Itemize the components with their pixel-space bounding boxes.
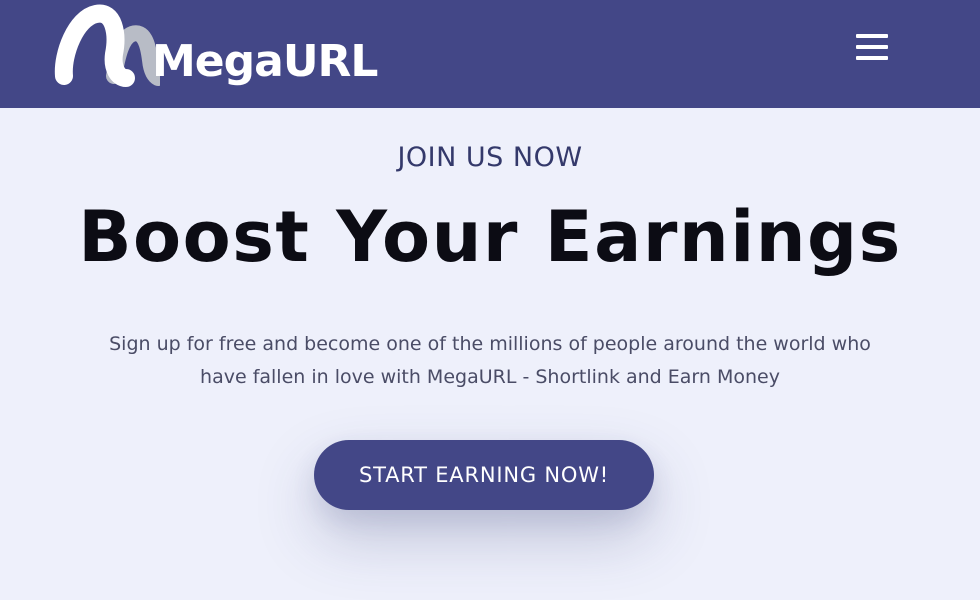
menu-bar-middle (856, 45, 888, 49)
brand-name: MegaURL (152, 36, 378, 87)
menu-bar-top (856, 34, 888, 38)
hamburger-menu-icon[interactable] (852, 30, 892, 64)
hero-subtext-line-2: have fallen in love with MegaURL - Short… (200, 366, 780, 388)
hero-subtext: Sign up for free and become one of the m… (100, 328, 880, 394)
menu-bar-bottom (856, 56, 888, 60)
hero-eyebrow: JOIN US NOW (397, 142, 583, 173)
hero-headline: Boost Your Earnings (78, 196, 902, 278)
start-earning-button[interactable]: START EARNING NOW! (314, 440, 654, 510)
logo-m-mark-icon (54, 4, 160, 87)
hero-subtext-line-1: Sign up for free and become one of the m… (109, 333, 871, 355)
hero-section: JOIN US NOW Boost Your Earnings Sign up … (0, 108, 980, 600)
top-navbar: MegaURL (0, 0, 980, 108)
brand-logo[interactable]: MegaURL (52, 4, 378, 90)
